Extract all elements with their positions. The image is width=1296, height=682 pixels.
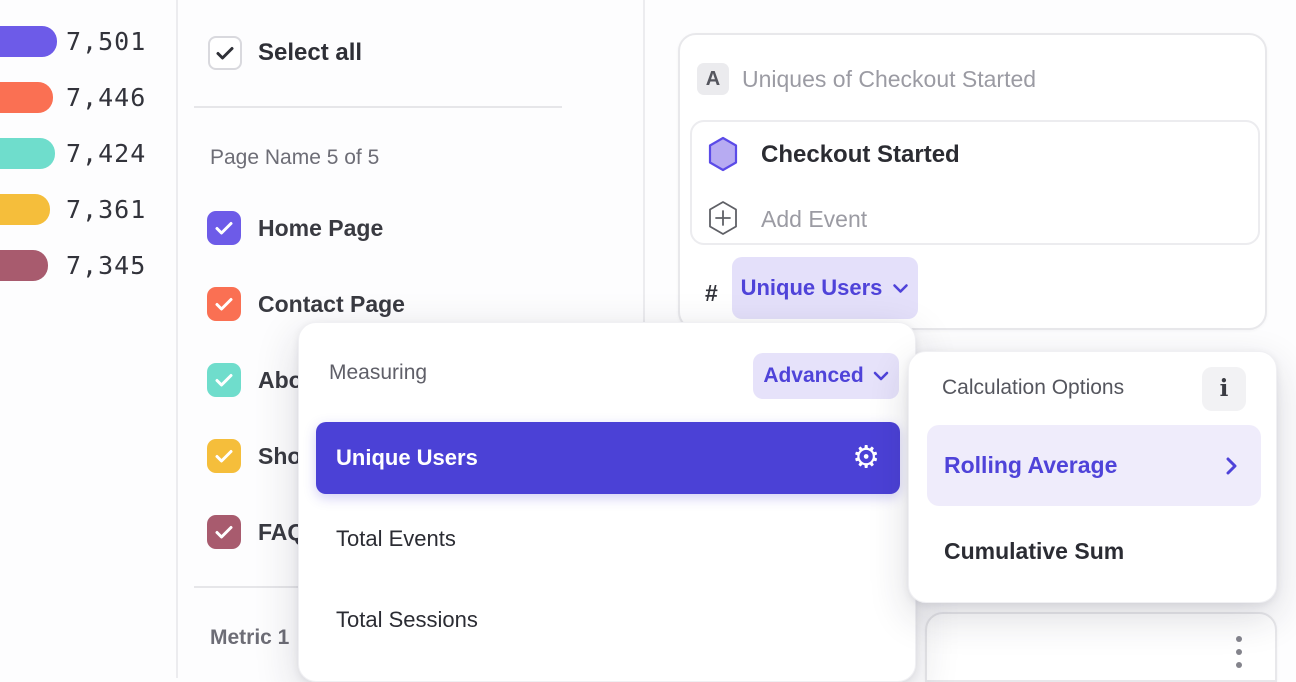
select-all-label: Select all — [258, 36, 362, 70]
menu-option-total-sessions[interactable]: Total Sessions — [336, 604, 478, 636]
add-event-button[interactable]: Add Event — [761, 203, 867, 235]
measure-dropdown[interactable]: Unique Users — [732, 257, 918, 319]
chevron-down-icon — [873, 371, 889, 381]
legend-value: 7,345 — [66, 251, 146, 281]
advanced-mode-label: Advanced — [763, 364, 863, 388]
query-builder-card: A Uniques of Checkout Started Checkout S… — [678, 33, 1267, 330]
event-hexagon-icon — [707, 136, 739, 172]
legend-bar — [0, 194, 50, 225]
filter-item-label[interactable]: Home Page — [258, 211, 383, 245]
measuring-menu: Measuring Advanced Unique Users ⚙ Total … — [298, 322, 916, 682]
legend-bar — [0, 26, 57, 57]
divider — [194, 586, 310, 588]
checkbox-contact-page[interactable] — [207, 287, 241, 321]
series-badge: A — [697, 63, 729, 95]
checkbox-about-page[interactable] — [207, 363, 241, 397]
measure-value: Unique Users — [741, 275, 883, 301]
measure-prefix: # — [705, 275, 718, 311]
insights-screen: 7,501 7,446 7,424 7,361 7,345 Select all… — [0, 0, 1296, 678]
event-card: Checkout Started Add Event — [690, 120, 1260, 245]
secondary-card — [925, 612, 1277, 682]
legend-bar — [0, 138, 55, 169]
calculation-options-title: Calculation Options — [942, 376, 1124, 400]
gear-icon[interactable]: ⚙ — [852, 443, 880, 474]
calculation-options-menu: Calculation Options i Rolling Average Cu… — [908, 351, 1277, 603]
legend-value: 7,501 — [66, 27, 146, 57]
menu-option-label: Unique Users — [336, 445, 478, 471]
chevron-down-icon — [892, 283, 909, 294]
advanced-mode-dropdown[interactable]: Advanced — [753, 353, 899, 399]
more-options-icon[interactable] — [1236, 636, 1242, 668]
checkbox-faq-page[interactable] — [207, 515, 241, 549]
legend-value: 7,424 — [66, 139, 146, 169]
measuring-title: Measuring — [329, 361, 427, 385]
checkbox-shop-page[interactable] — [207, 439, 241, 473]
event-name[interactable]: Checkout Started — [761, 139, 960, 171]
chevron-right-icon — [1226, 457, 1237, 475]
add-event-icon[interactable] — [707, 200, 739, 236]
menu-option-total-events[interactable]: Total Events — [336, 523, 456, 555]
select-all-checkbox[interactable] — [208, 36, 242, 70]
menu-option-label: Rolling Average — [944, 452, 1117, 479]
menu-option-rolling-average[interactable]: Rolling Average — [927, 425, 1261, 506]
checkbox-home-page[interactable] — [207, 211, 241, 245]
legend-value: 7,446 — [66, 83, 146, 113]
divider — [194, 106, 562, 108]
group-by-label: Page Name 5 of 5 — [210, 146, 379, 170]
menu-option-cumulative-sum[interactable]: Cumulative Sum — [944, 536, 1124, 566]
metric-label: Metric 1 — [210, 626, 289, 650]
menu-option-unique-users[interactable]: Unique Users ⚙ — [316, 422, 900, 494]
series-title-input[interactable]: Uniques of Checkout Started — [742, 63, 1036, 95]
panel-divider — [176, 0, 178, 678]
info-icon[interactable]: i — [1202, 367, 1246, 411]
legend-value: 7,361 — [66, 195, 146, 225]
filter-item-label[interactable]: Contact Page — [258, 287, 405, 321]
legend-bar — [0, 82, 53, 113]
legend-bar — [0, 250, 48, 281]
